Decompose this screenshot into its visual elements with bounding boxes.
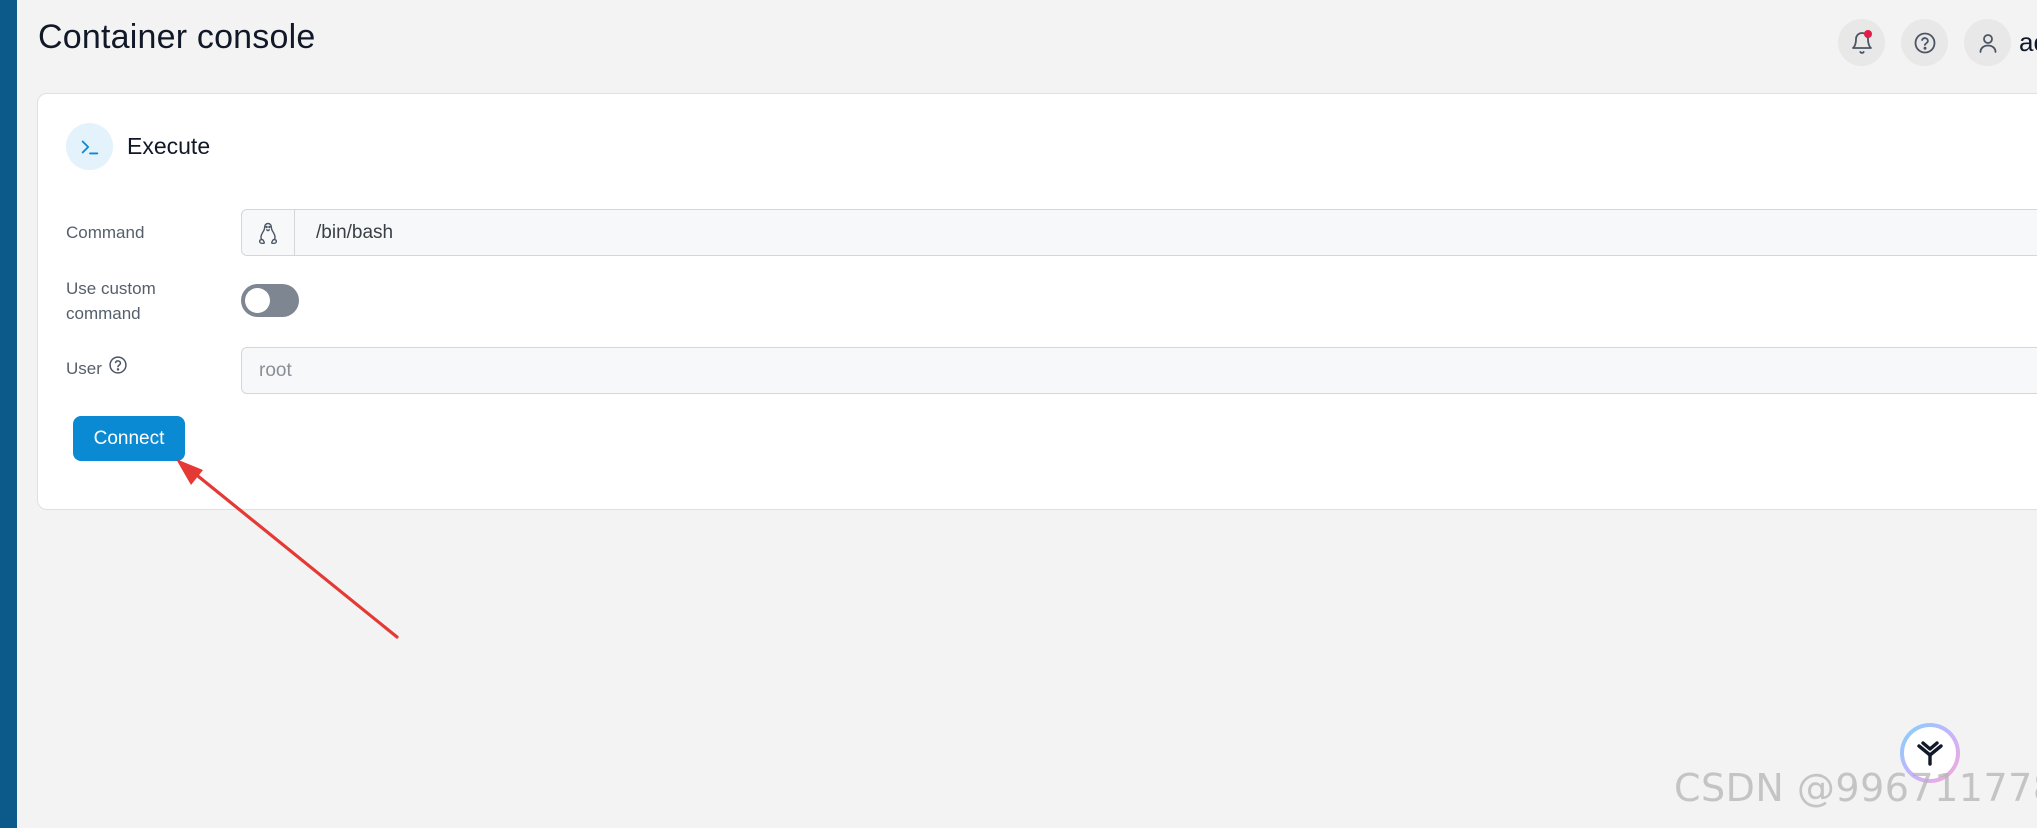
command-label: Command — [66, 223, 145, 242]
user-menu-button[interactable] — [1964, 19, 2011, 66]
connect-button[interactable]: Connect — [73, 416, 185, 461]
custom-command-label: Use custom command — [66, 279, 156, 323]
card-header: Execute — [66, 123, 210, 170]
command-addon — [242, 210, 295, 255]
user-label: User — [66, 359, 102, 378]
yuque-style-logo-icon — [1917, 741, 1943, 766]
user-field[interactable]: root — [241, 347, 2037, 394]
user-help-icon[interactable] — [108, 355, 128, 382]
toggle-knob — [245, 288, 270, 313]
help-button[interactable] — [1901, 19, 1948, 66]
execute-card: Execute Command /bin/bash Use custom com… — [37, 93, 2037, 510]
terminal-prompt-icon — [81, 140, 98, 154]
header-actions: ac — [1838, 19, 2037, 66]
user-name[interactable]: ac — [2019, 27, 2037, 58]
user-placeholder: root — [259, 359, 292, 381]
notifications-button[interactable] — [1838, 19, 1885, 66]
card-icon-wrapper — [66, 123, 113, 170]
custom-command-toggle[interactable] — [241, 284, 299, 317]
user-icon — [1979, 33, 1996, 53]
notification-dot — [1864, 30, 1872, 38]
help-circle-icon — [1914, 32, 1935, 53]
card-title: Execute — [127, 133, 211, 159]
page-title: Container console — [38, 18, 316, 56]
user-label-row: User — [66, 355, 128, 382]
linux-penguin-icon — [258, 222, 278, 244]
command-value: /bin/bash — [316, 221, 394, 243]
sidebar-edge — [0, 0, 17, 828]
help-circle-icon — [109, 355, 127, 374]
command-field[interactable]: /bin/bash — [241, 209, 2037, 256]
watermark-text: CSDN @996711778 — [1674, 766, 2037, 810]
